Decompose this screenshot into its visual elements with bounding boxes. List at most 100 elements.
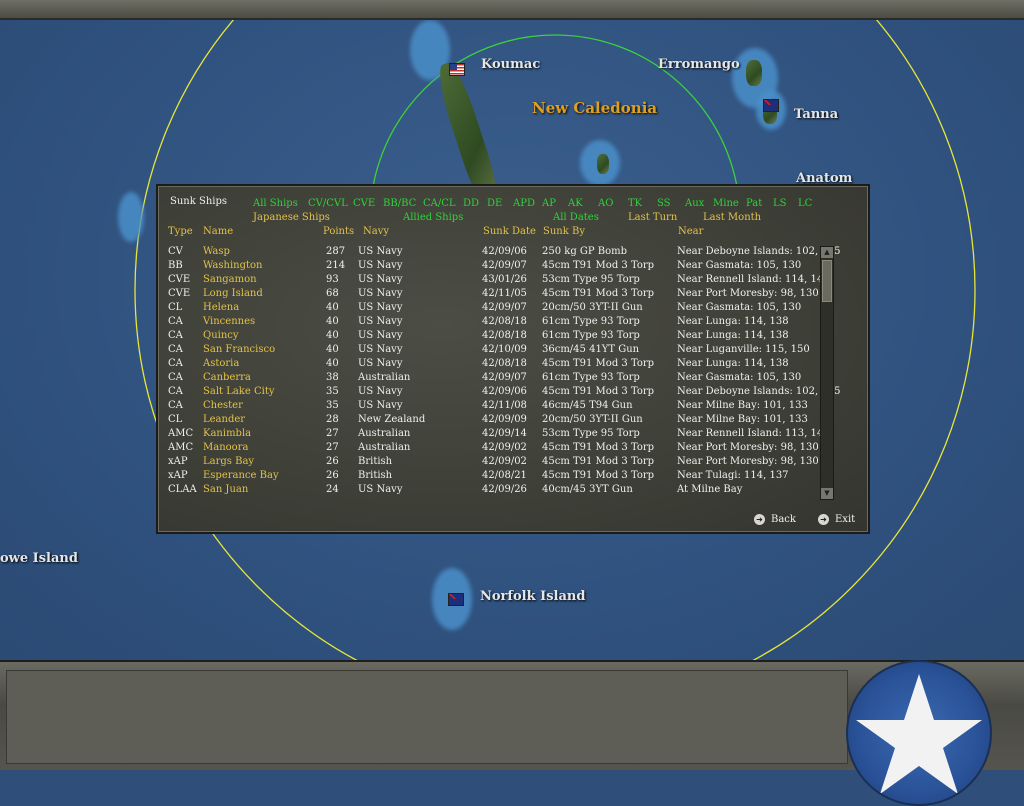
table-row[interactable]: CA Canberra 38 Australian 42/09/07 61cm Type … [168,372,818,386]
filter-all-dates[interactable]: All Dates [553,212,599,223]
filter-ls[interactable]: LS [773,198,787,209]
cell-name[interactable]: Vincennes [203,316,255,327]
cell-name[interactable]: Salt Lake City [203,386,274,397]
filter-cv-cvl[interactable]: CV/CVL [308,198,348,209]
cell-name[interactable]: Quincy [203,330,239,341]
cell-date: 42/09/09 [482,414,527,425]
cell-name[interactable]: Manoora [203,442,248,453]
scroll-thumb[interactable] [822,260,832,302]
filter-all-ships[interactable]: All Ships [253,198,298,209]
filter-ap[interactable]: AP [542,198,556,209]
table-row[interactable]: CVE Sangamon 93 US Navy 43/01/26 53cm Type 95… [168,274,830,288]
cell-type: CA [168,372,183,383]
cell-type: CA [168,400,183,411]
map-label-koumac: Koumac [481,57,541,72]
table-row[interactable]: AMC Manoora 27 Australian 42/09/02 45cm T91 M… [168,442,819,456]
table-row[interactable]: AMC Kanimbla 27 Australian 42/09/14 53cm Type… [168,428,830,442]
table-row[interactable]: CVE Long Island 68 US Navy 42/11/05 45cm T91 … [168,288,819,302]
column-header-name[interactable]: Name [203,226,233,237]
column-header-near[interactable]: Near [678,226,703,237]
filter-allied-ships[interactable]: Allied Ships [403,212,463,223]
table-row[interactable]: CA Salt Lake City 35 US Navy 42/09/06 45cm T9… [168,386,840,400]
table-row[interactable]: CA Quincy 40 US Navy 42/08/18 61cm Type 93 To… [168,330,818,344]
table-row[interactable]: BB Washington 214 US Navy 42/09/07 45cm T91 M… [168,260,818,274]
filter-de[interactable]: DE [487,198,502,209]
cell-date: 42/09/07 [482,302,527,313]
cell-name[interactable]: Largs Bay [203,456,254,467]
map-label-tanna: Tanna [794,107,839,122]
column-header-sunk-by[interactable]: Sunk By [543,226,585,237]
cell-type: CLAA [168,484,197,495]
cell-points: 35 [326,386,339,397]
filter-ss[interactable]: SS [657,198,671,209]
filter-pat[interactable]: Pat [746,198,762,209]
back-button[interactable]: ➜ Back [754,514,796,525]
cell-name[interactable]: Wasp [203,246,230,257]
table-row[interactable]: xAP Largs Bay 26 British 42/09/02 45cm T91 Mo… [168,456,819,470]
filter-last-turn[interactable]: Last Turn [628,212,677,223]
list-scrollbar[interactable]: ▲ ▼ [820,246,834,500]
australian-flag-icon[interactable] [448,593,464,606]
filter-ca-cl[interactable]: CA/CL [423,198,456,209]
cell-navy: US Navy [358,344,403,355]
column-header-points[interactable]: Points [323,226,354,237]
us-flag-icon[interactable] [449,63,465,76]
table-row[interactable]: CL Leander 28 New Zealand 42/09/09 20cm/50 3Y… [168,414,818,428]
triangle-down-icon[interactable]: ▼ [821,488,833,499]
cell-near: Near Lunga: 114, 138 [677,316,789,327]
map-label-new-caledonia: New Caledonia [532,99,658,117]
cell-name[interactable]: Washington [203,260,262,271]
filter-last-month[interactable]: Last Month [703,212,761,223]
filter-japanese-ships[interactable]: Japanese Ships [253,212,330,223]
filter-dd[interactable]: DD [463,198,479,209]
exit-button[interactable]: ➜ Exit [818,514,855,525]
cell-name[interactable]: Kanimbla [203,428,251,439]
table-row[interactable]: xAP Esperance Bay 26 British 42/08/21 45cm T9… [168,470,818,484]
filter-bb-bc[interactable]: BB/BC [383,198,416,209]
cell-date: 42/09/26 [482,484,527,495]
filter-tk[interactable]: TK [628,198,642,209]
cell-name[interactable]: Leander [203,414,245,425]
australian-flag-icon[interactable] [763,99,779,112]
cell-by: 40cm/45 3YT Gun [542,484,633,495]
column-header-sunk-date[interactable]: Sunk Date [483,226,536,237]
column-header-type[interactable]: Type [168,226,193,237]
cell-name[interactable]: Chester [203,400,243,411]
cell-name[interactable]: Helena [203,302,239,313]
cell-name[interactable]: San Francisco [203,344,275,355]
cell-points: 26 [326,456,339,467]
filter-apd[interactable]: APD [513,198,535,209]
table-row[interactable]: CA Astoria 40 US Navy 42/08/18 45cm T91 Mod 3… [168,358,818,372]
filter-ak[interactable]: AK [568,198,583,209]
filter-lc[interactable]: LC [798,198,812,209]
cell-type: CA [168,344,183,355]
table-row[interactable]: CLAA San Juan 24 US Navy 42/09/26 40cm/45 3YT… [168,484,818,498]
cell-name[interactable]: Esperance Bay [203,470,279,481]
cell-name[interactable]: Sangamon [203,274,257,285]
filter-ao[interactable]: AO [598,198,613,209]
table-row[interactable]: CL Helena 40 US Navy 42/09/07 20cm/50 3YT-II … [168,302,818,316]
table-row[interactable]: CA Chester 35 US Navy 42/11/08 46cm/45 T94 Gu… [168,400,818,414]
table-row[interactable]: CA Vincennes 40 US Navy 42/08/18 61cm Type 93… [168,316,818,330]
cell-date: 42/09/14 [482,428,527,439]
table-row[interactable]: CV Wasp 287 US Navy 42/09/06 250 kg GP Bomb Ne… [168,246,840,260]
column-header-navy[interactable]: Navy [363,226,389,237]
cell-navy: US Navy [358,288,403,299]
us-star-roundel-icon[interactable] [846,660,992,806]
cell-name[interactable]: San Juan [203,484,248,495]
filter-aux[interactable]: Aux [685,198,704,209]
cell-date: 42/09/02 [482,442,527,453]
filter-mine[interactable]: Mine [713,198,739,209]
cell-type: CVE [168,274,191,285]
cell-name[interactable]: Canberra [203,372,251,383]
arrow-right-icon: ➜ [754,514,765,525]
cell-near: Near Deboyne Islands: 102, 135 [677,386,841,397]
cell-name[interactable]: Long Island [203,288,263,299]
cell-points: 287 [326,246,346,257]
cell-name[interactable]: Astoria [203,358,239,369]
cell-by: 45cm T91 Mod 3 Torp [542,358,655,369]
filter-cve[interactable]: CVE [353,198,375,209]
cell-type: CVE [168,288,191,299]
triangle-up-icon[interactable]: ▲ [821,247,833,258]
table-row[interactable]: CA San Francisco 40 US Navy 42/10/09 36cm/45 … [168,344,818,358]
